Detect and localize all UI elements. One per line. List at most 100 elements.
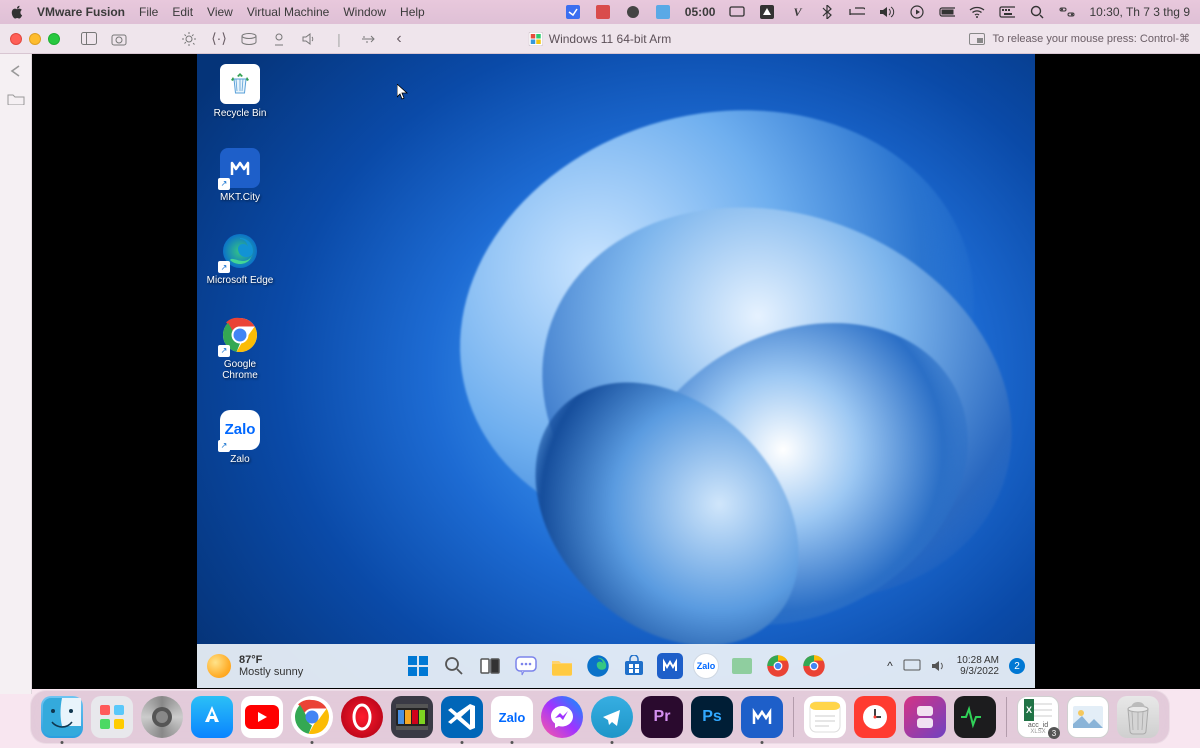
dock-chrome-icon[interactable]: [291, 696, 333, 738]
minimize-window-button[interactable]: [29, 33, 41, 45]
menubar-notion-icon[interactable]: V: [789, 4, 805, 20]
snapshot-icon[interactable]: [108, 29, 130, 49]
dock-activity-icon[interactable]: [954, 696, 996, 738]
dock-telegram-icon[interactable]: [591, 696, 633, 738]
resize-icon[interactable]: ⟨·⟩: [208, 29, 230, 49]
taskbar-clock[interactable]: 10:28 AM 9/3/2022: [957, 655, 999, 677]
tray-volume-icon[interactable]: [931, 659, 947, 673]
usb-icon[interactable]: [358, 29, 380, 49]
menubar-timer-icon[interactable]: [655, 4, 671, 20]
dock-youtube-icon[interactable]: [241, 696, 283, 738]
sound-icon[interactable]: [298, 29, 320, 49]
menubar-window[interactable]: Window: [343, 5, 386, 19]
dock-shortcuts-icon[interactable]: [904, 696, 946, 738]
menubar-file[interactable]: File: [139, 5, 158, 19]
settings-icon[interactable]: [178, 29, 200, 49]
pip-icon[interactable]: [969, 33, 985, 45]
dock-launchpad-icon[interactable]: [91, 696, 133, 738]
desktop-icon-zalo[interactable]: Zalo↗ Zalo: [205, 410, 275, 466]
dock-separator: [793, 697, 794, 737]
taskbar-chrome-icon-2[interactable]: [801, 653, 827, 679]
fullscreen-window-button[interactable]: [48, 33, 60, 45]
dock-messenger-icon[interactable]: [541, 696, 583, 738]
bluetooth-icon[interactable]: [819, 4, 835, 20]
battery-icon[interactable]: [939, 4, 955, 20]
dock-finder-icon[interactable]: [41, 696, 83, 738]
dock-notes-icon[interactable]: [804, 696, 846, 738]
apple-logo-icon[interactable]: [10, 5, 23, 19]
taskbar-zalo-icon[interactable]: Zalo: [693, 653, 719, 679]
menubar-view[interactable]: View: [207, 5, 233, 19]
start-button[interactable]: [405, 653, 431, 679]
menubar-help[interactable]: Help: [400, 5, 425, 19]
separator: |: [328, 29, 350, 49]
taskbar-explorer-icon[interactable]: [549, 653, 575, 679]
dock-trash-icon[interactable]: [1117, 696, 1159, 738]
menubar-app-name[interactable]: VMware Fusion: [37, 5, 125, 19]
sidebar-toggle-icon[interactable]: [78, 29, 100, 49]
weather-desc: Mostly sunny: [239, 666, 303, 678]
taskbar-app-icon[interactable]: [729, 653, 755, 679]
folder-icon[interactable]: [7, 92, 25, 106]
notification-badge[interactable]: 2: [1009, 658, 1025, 674]
close-window-button[interactable]: [10, 33, 22, 45]
wallpaper-bloom: [197, 54, 1035, 688]
taskbar-search-icon[interactable]: [441, 653, 467, 679]
search-icon[interactable]: [1029, 4, 1045, 20]
back-icon[interactable]: ‹: [388, 29, 410, 49]
vmware-window-toolbar: ⟨·⟩ | ‹ Windows 11 64-bit Arm To release…: [0, 24, 1200, 54]
menubar-triangle-icon[interactable]: [759, 4, 775, 20]
volume-icon[interactable]: [879, 4, 895, 20]
menubar-timer[interactable]: 05:00: [685, 5, 716, 19]
dock-appstore-icon[interactable]: [191, 696, 233, 738]
weather-sun-icon: [207, 654, 231, 678]
menubar-app-icon-1[interactable]: [565, 4, 581, 20]
menubar-app-icon-3[interactable]: [625, 4, 641, 20]
play-circle-icon[interactable]: [909, 4, 925, 20]
menubar-display-icon[interactable]: [729, 4, 745, 20]
desktop-icon-label: Zalo: [230, 454, 249, 466]
taskbar-center: Zalo: [405, 653, 827, 679]
tray-keyboard-icon[interactable]: [903, 659, 921, 673]
desktop-icon-recycle-bin[interactable]: Recycle Bin: [205, 64, 275, 120]
task-view-icon[interactable]: [477, 653, 503, 679]
dock-vscode-icon[interactable]: [441, 696, 483, 738]
dock-premiere-icon[interactable]: Pr: [641, 696, 683, 738]
menubar-app-icon-2[interactable]: [595, 4, 611, 20]
dock-mkt-icon[interactable]: [741, 696, 783, 738]
desktop-icon-edge[interactable]: ↗ Microsoft Edge: [205, 231, 275, 287]
windows-desktop[interactable]: Recycle Bin ↗ MKT.City ↗ Microsoft Edge …: [197, 54, 1035, 688]
tray-chevron-icon[interactable]: ^: [887, 659, 893, 673]
taskbar-chrome-icon-1[interactable]: [765, 653, 791, 679]
menubar-virtual-machine[interactable]: Virtual Machine: [247, 5, 330, 19]
dock-settings-icon[interactable]: [141, 696, 183, 738]
taskbar-store-icon[interactable]: [621, 653, 647, 679]
taskbar-weather[interactable]: 87°F Mostly sunny: [207, 654, 303, 678]
menubar-edit[interactable]: Edit: [172, 5, 193, 19]
dock-opera-icon[interactable]: [341, 696, 383, 738]
back-arrow-icon[interactable]: [7, 64, 25, 78]
control-center-icon[interactable]: [1059, 4, 1075, 20]
windows-taskbar: 87°F Mostly sunny Zalo ^: [197, 644, 1035, 688]
menubar-bed-icon[interactable]: [849, 4, 865, 20]
desktop-icon-mktcity[interactable]: ↗ MKT.City: [205, 148, 275, 204]
taskbar-time: 10:28 AM: [957, 655, 999, 666]
disk-icon[interactable]: [238, 29, 260, 49]
dock-clock-icon[interactable]: [854, 696, 896, 738]
weather-temp: 87°F: [239, 654, 303, 666]
menubar-clock[interactable]: 10:30, Th 7 3 thg 9: [1089, 5, 1190, 19]
taskbar-edge-icon[interactable]: [585, 653, 611, 679]
wifi-icon[interactable]: [969, 4, 985, 20]
vm-viewport: Recycle Bin ↗ MKT.City ↗ Microsoft Edge …: [32, 54, 1200, 689]
network-icon[interactable]: [268, 29, 290, 49]
keyboard-icon[interactable]: [999, 4, 1015, 20]
dock-zalo-icon[interactable]: Zalo: [491, 696, 533, 738]
dock-image-file-icon[interactable]: [1067, 696, 1109, 738]
desktop-icon-label: Microsoft Edge: [207, 275, 274, 287]
desktop-icon-chrome[interactable]: ↗ Google Chrome: [205, 315, 275, 382]
dock-fcpx-icon[interactable]: [391, 696, 433, 738]
taskbar-chat-icon[interactable]: [513, 653, 539, 679]
taskbar-mktcity-icon[interactable]: [657, 653, 683, 679]
dock-photoshop-icon[interactable]: Ps: [691, 696, 733, 738]
dock-excel-file-icon[interactable]: X acc_id XLSX 3: [1017, 696, 1059, 738]
